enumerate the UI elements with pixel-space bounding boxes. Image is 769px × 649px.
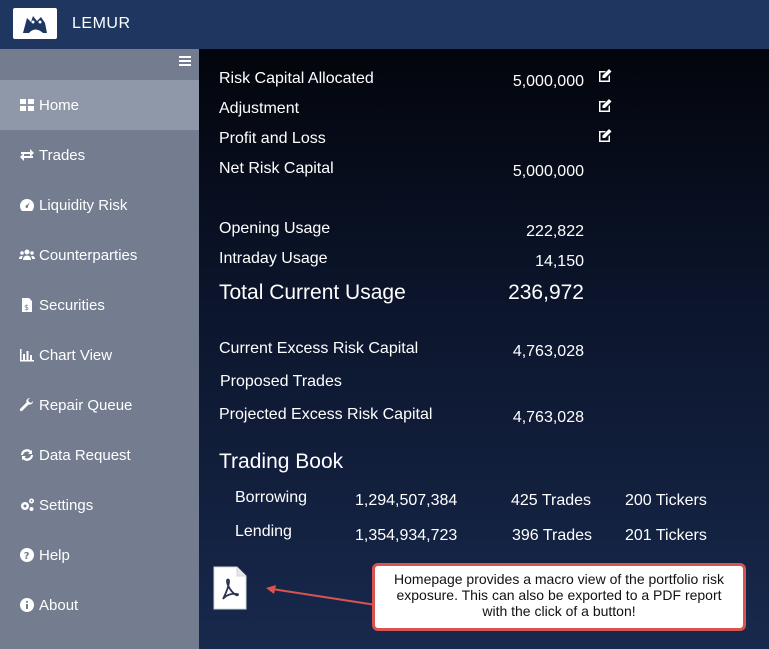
projected-excess-risk-capital-value: 4,763,028 bbox=[512, 409, 584, 426]
users-icon bbox=[18, 247, 36, 263]
intraday-usage-label: Intraday Usage bbox=[219, 250, 328, 267]
current-excess-risk-capital-label: Current Excess Risk Capital bbox=[219, 340, 419, 357]
sidebar-item-label: About bbox=[39, 596, 79, 614]
sidebar-item-label: Counterparties bbox=[39, 246, 138, 264]
dashboard-main: Risk Capital Allocated 5,000,000 Adjustm… bbox=[199, 49, 769, 649]
borrowing-amount: 1,294,507,384 bbox=[355, 492, 458, 509]
svg-text:$: $ bbox=[24, 303, 29, 312]
annotation-arrow bbox=[266, 585, 377, 606]
edit-icon[interactable] bbox=[597, 128, 613, 143]
sidebar-item-data-request[interactable]: Data Request bbox=[0, 430, 199, 480]
lemur-logo[interactable] bbox=[13, 8, 57, 39]
top-bar: LEMUR bbox=[0, 0, 769, 49]
lending-amount: 1,354,934,723 bbox=[355, 527, 458, 544]
svg-text:?: ? bbox=[24, 551, 30, 562]
risk-capital-allocated-label: Risk Capital Allocated bbox=[219, 70, 374, 87]
sidebar-item-label: Trades bbox=[39, 146, 86, 164]
proposed-trades-label: Proposed Trades bbox=[220, 373, 342, 390]
question-circle-icon: ? bbox=[18, 547, 36, 563]
adjustment-label: Adjustment bbox=[219, 100, 300, 117]
lending-label: Lending bbox=[235, 523, 292, 540]
sidebar-item-counterparties[interactable]: Counterparties bbox=[0, 230, 199, 280]
sidebar-item-home[interactable]: Home bbox=[0, 80, 199, 130]
sidebar-item-label: Help bbox=[39, 546, 70, 564]
total-current-usage-value: 236,972 bbox=[508, 281, 584, 304]
lemur-logo-icon bbox=[23, 16, 47, 33]
sidebar-item-trades[interactable]: Trades bbox=[0, 130, 199, 180]
menu-toggle-icon[interactable] bbox=[179, 56, 191, 67]
home-grid-icon bbox=[18, 97, 36, 113]
sidebar-item-chart-view[interactable]: Chart View bbox=[0, 330, 199, 380]
sidebar-item-settings[interactable]: Settings bbox=[0, 480, 199, 530]
sidebar-item-repair-queue[interactable]: Repair Queue bbox=[0, 380, 199, 430]
opening-usage-value: 222,822 bbox=[526, 223, 584, 240]
bar-chart-icon bbox=[18, 347, 36, 363]
info-circle-icon bbox=[18, 597, 36, 613]
trading-book-title: Trading Book bbox=[219, 450, 344, 473]
edit-icon[interactable] bbox=[597, 68, 613, 83]
app-title: LEMUR bbox=[72, 15, 131, 32]
borrowing-trades[interactable]: 425 Trades bbox=[511, 492, 591, 510]
borrowing-tickers[interactable]: 200 Tickers bbox=[625, 492, 707, 510]
wrench-icon bbox=[18, 397, 36, 413]
net-risk-capital-value: 5,000,000 bbox=[512, 163, 584, 180]
total-current-usage-label: Total Current Usage bbox=[219, 281, 406, 304]
risk-capital-allocated-value: 5,000,000 bbox=[512, 73, 584, 90]
sidebar-item-label: Settings bbox=[39, 496, 94, 514]
sidebar-item-label: Data Request bbox=[39, 446, 131, 464]
sidebar-item-label: Repair Queue bbox=[39, 396, 133, 414]
refresh-icon bbox=[18, 447, 36, 463]
sidebar-item-label: Securities bbox=[39, 296, 105, 314]
profit-and-loss-label: Profit and Loss bbox=[219, 130, 326, 147]
document-dollar-icon: $ bbox=[18, 297, 36, 313]
sidebar-item-securities[interactable]: $ Securities bbox=[0, 280, 199, 330]
projected-excess-risk-capital-label: Projected Excess Risk Capital bbox=[219, 406, 433, 423]
lending-trades[interactable]: 396 Trades bbox=[512, 527, 592, 545]
sidebar-item-help[interactable]: ? Help bbox=[0, 530, 199, 580]
annotation-callout: Homepage provides a macro view of the po… bbox=[372, 563, 746, 631]
sidebar-item-about[interactable]: About bbox=[0, 580, 199, 630]
net-risk-capital-label: Net Risk Capital bbox=[219, 160, 334, 177]
lending-tickers[interactable]: 201 Tickers bbox=[625, 527, 707, 545]
sidebar-item-liquidity-risk[interactable]: Liquidity Risk bbox=[0, 180, 199, 230]
gauge-icon bbox=[18, 197, 36, 213]
exchange-arrows-icon bbox=[18, 147, 36, 163]
current-excess-risk-capital-value: 4,763,028 bbox=[512, 343, 584, 360]
gears-icon bbox=[18, 497, 36, 513]
borrowing-label: Borrowing bbox=[235, 489, 308, 506]
opening-usage-label: Opening Usage bbox=[219, 220, 331, 237]
sidebar-item-label: Liquidity Risk bbox=[39, 196, 128, 214]
sidebar-item-label: Home bbox=[39, 96, 80, 114]
pdf-file-icon bbox=[213, 566, 247, 610]
edit-icon[interactable] bbox=[597, 98, 613, 113]
sidebar: Home Trades Liquidity Risk Counterpartie… bbox=[0, 49, 199, 649]
intraday-usage-value: 14,150 bbox=[535, 253, 584, 270]
pdf-export-button[interactable] bbox=[213, 566, 247, 610]
sidebar-item-label: Chart View bbox=[39, 346, 113, 364]
